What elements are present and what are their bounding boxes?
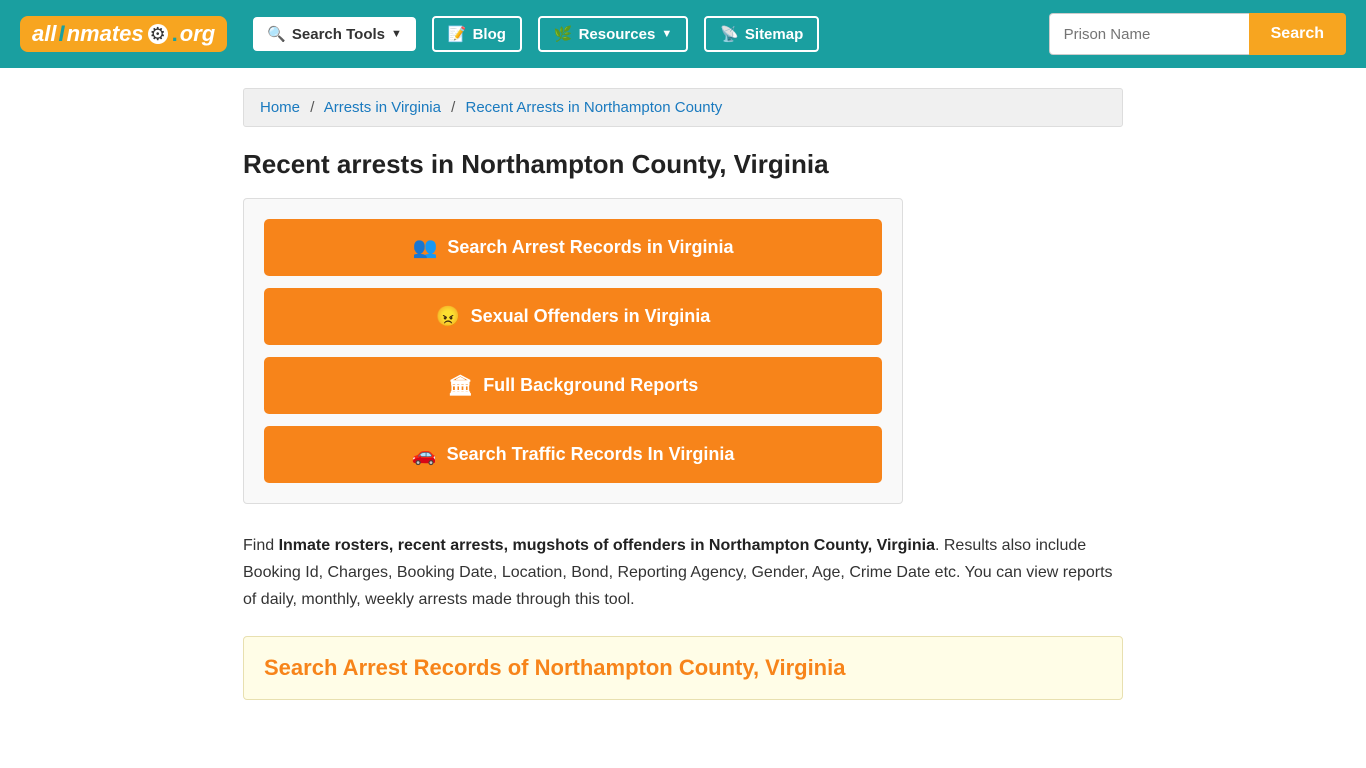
search-tools-icon: 🔍 (267, 25, 286, 43)
logo-dot: . (172, 21, 178, 47)
blog-button[interactable]: 📝 Blog (432, 16, 522, 52)
prison-search-area: Search (1049, 13, 1346, 55)
sitemap-icon: 📡 (720, 25, 739, 43)
main-content: Home / Arrests in Virginia / Recent Arre… (223, 68, 1143, 720)
sitemap-label: Sitemap (745, 26, 803, 43)
prison-name-input[interactable] (1049, 13, 1249, 55)
description-find: Find (243, 537, 279, 554)
logo-org: org (180, 21, 215, 47)
prison-search-label: Search (1271, 25, 1324, 42)
building-icon: 🏛 (448, 373, 473, 398)
search-arrest-records-section: Search Arrest Records of Northampton Cou… (243, 636, 1123, 700)
breadcrumb-home[interactable]: Home (260, 99, 300, 116)
sitemap-button[interactable]: 📡 Sitemap (704, 16, 819, 52)
logo-area[interactable]: all I nmates ⚙ . org (20, 16, 227, 52)
resources-icon: 🌿 (554, 25, 573, 43)
search-arrest-records-label: Search Arrest Records in Virginia (447, 237, 733, 258)
breadcrumb-current: Recent Arrests in Northampton County (466, 99, 723, 116)
button-panel: 👥 Search Arrest Records in Virginia 😠 Se… (243, 198, 903, 504)
logo-all: all (32, 21, 56, 47)
search-arrest-records-button[interactable]: 👥 Search Arrest Records in Virginia (264, 219, 882, 276)
breadcrumb-sep-2: / (451, 99, 455, 116)
search-tools-button[interactable]: 🔍 Search Tools ▼ (253, 17, 416, 51)
breadcrumb-sep-1: / (310, 99, 314, 116)
breadcrumb: Home / Arrests in Virginia / Recent Arre… (243, 88, 1123, 127)
background-reports-button[interactable]: 🏛 Full Background Reports (264, 357, 882, 414)
resources-label: Resources (579, 26, 656, 43)
description-bold: Inmate rosters, recent arrests, mugshots… (279, 537, 935, 554)
breadcrumb-arrests-virginia[interactable]: Arrests in Virginia (324, 99, 441, 116)
car-icon: 🚗 (412, 442, 437, 467)
main-header: all I nmates ⚙ . org 🔍 Search Tools ▼ 📝 … (0, 0, 1366, 68)
prison-search-button[interactable]: Search (1249, 13, 1346, 55)
description-paragraph: Find Inmate rosters, recent arrests, mug… (243, 532, 1123, 614)
search-section-title: Search Arrest Records of Northampton Cou… (264, 655, 1102, 681)
traffic-records-label: Search Traffic Records In Virginia (447, 444, 735, 465)
background-reports-label: Full Background Reports (483, 375, 698, 396)
logo-i: I (58, 21, 64, 47)
traffic-records-button[interactable]: 🚗 Search Traffic Records In Virginia (264, 426, 882, 483)
people-icon: 👥 (412, 235, 437, 260)
blog-label: Blog (473, 26, 506, 43)
sexual-offenders-button[interactable]: 😠 Sexual Offenders in Virginia (264, 288, 882, 345)
search-tools-arrow-icon: ▼ (391, 28, 402, 40)
search-tools-label: Search Tools (292, 26, 385, 43)
resources-button[interactable]: 🌿 Resources ▼ (538, 16, 688, 52)
resources-arrow-icon: ▼ (661, 28, 672, 40)
angry-face-icon: 😠 (436, 304, 461, 329)
logo: all I nmates ⚙ . org (20, 16, 227, 52)
blog-icon: 📝 (448, 25, 467, 43)
logo-nmates: nmates (67, 21, 144, 47)
logo-gear-icon: ⚙ (148, 24, 168, 44)
page-title: Recent arrests in Northampton County, Vi… (243, 149, 1123, 180)
sexual-offenders-label: Sexual Offenders in Virginia (471, 306, 711, 327)
